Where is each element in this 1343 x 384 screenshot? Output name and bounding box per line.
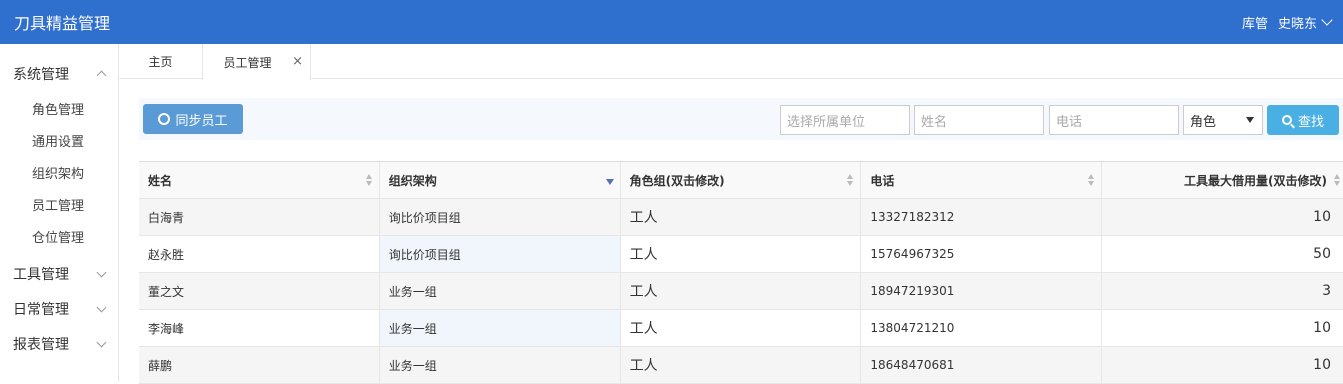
tab-home[interactable]: 主页 [119, 44, 202, 79]
sidebar-item-locations[interactable]: 仓位管理 [32, 227, 84, 246]
cell-max-borrow[interactable]: 10 [1102, 347, 1343, 383]
dropdown-arrow-icon [1246, 117, 1254, 123]
close-icon[interactable]: × [292, 54, 303, 69]
sidebar-item-settings[interactable]: 通用设置 [32, 131, 84, 150]
sidebar-item-employees[interactable]: 员工管理 [32, 195, 84, 214]
sidebar-group-label: 日常管理 [13, 302, 69, 318]
name-input[interactable]: 姓名 [914, 105, 1044, 135]
cell-name: 薛鹏 [139, 347, 380, 383]
sidebar-group-label: 报表管理 [13, 337, 69, 353]
table-row[interactable]: 李海峰 业务一组 工人 13804721210 10 [139, 310, 1343, 347]
user-name[interactable]: 史晓东 [1278, 13, 1317, 32]
name-placeholder: 姓名 [921, 114, 948, 130]
cell-org: 询比价项目组 [380, 199, 621, 235]
chevron-down-icon [96, 337, 107, 347]
sidebar-group-tools[interactable]: 工具管理 [13, 264, 107, 284]
sidebar-group-daily[interactable]: 日常管理 [13, 299, 107, 319]
chevron-down-icon[interactable] [1321, 14, 1333, 26]
phone-input[interactable]: 电话 [1049, 105, 1179, 135]
chevron-down-icon [96, 267, 107, 277]
sort-icon[interactable] [365, 174, 373, 186]
cell-max-borrow[interactable]: 3 [1102, 273, 1343, 309]
sync-button-label: 同步员工 [175, 113, 228, 129]
employee-table: 姓名 组织架构 角色组(双击修改) 电话 工具最大借用量(双击修改) 白海青 询… [139, 161, 1343, 384]
app-header: 刀具精益管理 库管 史晓东 [0, 0, 1343, 44]
cell-phone: 13804721210 [861, 310, 1103, 346]
search-button[interactable]: 查找 [1267, 105, 1339, 135]
phone-placeholder: 电话 [1056, 114, 1083, 130]
sidebar-item-org[interactable]: 组织架构 [32, 163, 84, 182]
column-header-max-borrow[interactable]: 工具最大借用量(双击修改) [1102, 162, 1343, 198]
cell-role[interactable]: 工人 [621, 347, 862, 383]
cell-phone: 13327182312 [861, 199, 1103, 235]
toolbar: 同步员工 选择所属单位 姓名 电话 角色 查找 [139, 98, 1343, 140]
table-row[interactable]: 白海青 询比价项目组 工人 13327182312 10 [139, 199, 1343, 236]
table-row[interactable]: 薛鹏 业务一组 工人 18648470681 10 [139, 347, 1343, 384]
cell-name: 李海峰 [139, 310, 380, 346]
tab-label: 主页 [148, 55, 173, 69]
sort-icon[interactable] [1333, 174, 1341, 186]
cell-org: 业务一组 [380, 273, 621, 309]
tab-bar: 主页 员工管理 × [119, 44, 1343, 80]
role-select[interactable]: 角色 [1183, 105, 1263, 135]
column-header-name[interactable]: 姓名 [139, 162, 380, 198]
table-row[interactable]: 董之文 业务一组 工人 18947219301 3 [139, 273, 1343, 310]
sort-desc-icon[interactable] [605, 179, 614, 185]
cell-name: 赵永胜 [139, 236, 380, 272]
table-row[interactable]: 赵永胜 询比价项目组 工人 15764967325 50 [139, 236, 1343, 273]
cell-org: 询比价项目组 [379, 236, 621, 272]
chevron-down-icon [96, 302, 107, 312]
sidebar-group-label: 工具管理 [13, 267, 69, 283]
cell-role[interactable]: 工人 [621, 273, 862, 309]
column-header-phone[interactable]: 电话 [861, 162, 1103, 198]
sidebar: 系统管理 角色管理 通用设置 组织架构 员工管理 仓位管理 工具管理 日常管理 … [0, 44, 119, 382]
unit-placeholder: 选择所属单位 [787, 114, 866, 130]
sidebar-item-roles[interactable]: 角色管理 [32, 99, 84, 118]
table-header: 姓名 组织架构 角色组(双击修改) 电话 工具最大借用量(双击修改) [139, 162, 1343, 199]
column-header-org[interactable]: 组织架构 [380, 162, 621, 198]
sort-icon[interactable] [847, 174, 854, 186]
cell-max-borrow[interactable]: 10 [1102, 310, 1343, 346]
cell-role[interactable]: 工人 [621, 236, 862, 272]
sort-icon[interactable] [1088, 174, 1095, 186]
sidebar-group-label: 系统管理 [13, 67, 69, 83]
user-role: 库管 [1241, 16, 1268, 32]
search-button-label: 查找 [1297, 114, 1324, 130]
unit-select[interactable]: 选择所属单位 [780, 105, 910, 135]
cell-phone: 15764967325 [861, 236, 1103, 272]
search-icon [1281, 115, 1292, 125]
tab-employee-management[interactable]: 员工管理 × [202, 44, 311, 80]
cell-max-borrow[interactable]: 50 [1102, 236, 1343, 272]
cell-org: 业务一组 [379, 310, 621, 346]
cell-role[interactable]: 工人 [621, 199, 862, 235]
role-select-value: 角色 [1190, 114, 1217, 130]
sync-employees-button[interactable]: 同步员工 [143, 104, 243, 134]
column-header-role[interactable]: 角色组(双击修改) [621, 162, 862, 198]
cell-phone: 18947219301 [861, 273, 1103, 309]
sidebar-group-system[interactable]: 系统管理 [13, 64, 107, 84]
sidebar-group-reports[interactable]: 报表管理 [13, 334, 107, 354]
chevron-up-icon [96, 70, 107, 81]
user-menu[interactable]: 库管 史晓东 [1242, 13, 1343, 32]
cell-phone: 18648470681 [861, 347, 1103, 383]
cell-max-borrow[interactable]: 10 [1102, 199, 1343, 235]
cell-org: 业务一组 [380, 347, 621, 383]
tab-label: 员工管理 [223, 55, 272, 70]
cell-name: 董之文 [139, 273, 380, 309]
app-title: 刀具精益管理 [14, 14, 111, 33]
cell-name: 白海青 [139, 199, 380, 235]
sync-icon [158, 113, 171, 125]
cell-role[interactable]: 工人 [621, 310, 862, 346]
